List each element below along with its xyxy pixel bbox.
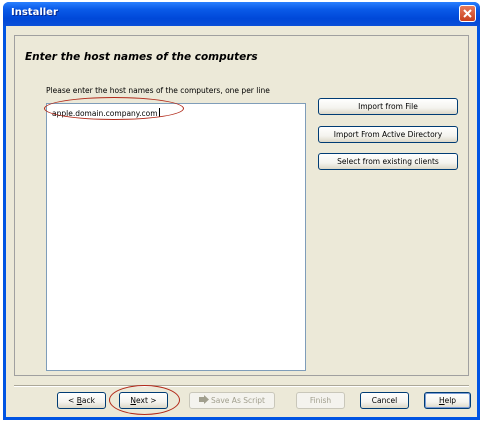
back-button[interactable]: < Back [57, 392, 106, 409]
dialog-body: Enter the host names of the computers Pl… [6, 26, 477, 417]
close-icon [463, 9, 472, 18]
footer-separator [14, 385, 469, 387]
select-existing-label: Select from existing clients [337, 157, 439, 166]
cancel-button[interactable]: Cancel [360, 392, 409, 409]
page-heading: Enter the host names of the computers [25, 51, 258, 63]
finish-button[interactable]: Finish [296, 392, 345, 409]
save-as-script-label: Save As Script [190, 393, 274, 408]
title-bar[interactable]: Installer [3, 2, 480, 26]
next-label: Next > [130, 396, 157, 405]
hostname-value: apple.domain.company.com [52, 109, 158, 118]
help-label: Help [438, 396, 457, 405]
help-button[interactable]: Help [424, 392, 471, 409]
instruction-label: Please enter the host names of the compu… [46, 86, 270, 95]
hostnames-textarea[interactable]: apple.domain.company.com [46, 103, 306, 371]
script-arrow-icon [199, 395, 210, 404]
hostname-line: apple.domain.company.com [52, 108, 160, 118]
next-button[interactable]: Next > [119, 392, 168, 409]
save-as-script-button[interactable]: Save As Script [189, 392, 275, 409]
finish-label: Finish [309, 396, 332, 405]
back-label: < Back [68, 396, 95, 405]
cancel-label: Cancel [371, 396, 398, 405]
import-from-file-label: Import from File [358, 102, 418, 111]
installer-window: Installer Enter the host names of the co… [3, 2, 480, 420]
select-existing-clients-button[interactable]: Select from existing clients [318, 153, 458, 170]
content-panel: Enter the host names of the computers Pl… [14, 35, 469, 376]
import-from-ad-button[interactable]: Import From Active Directory [318, 126, 458, 143]
import-from-ad-label: Import From Active Directory [333, 130, 443, 139]
text-caret [158, 108, 160, 117]
window-title: Installer [11, 7, 58, 18]
import-from-file-button[interactable]: Import from File [318, 98, 458, 115]
close-button[interactable] [459, 5, 476, 22]
